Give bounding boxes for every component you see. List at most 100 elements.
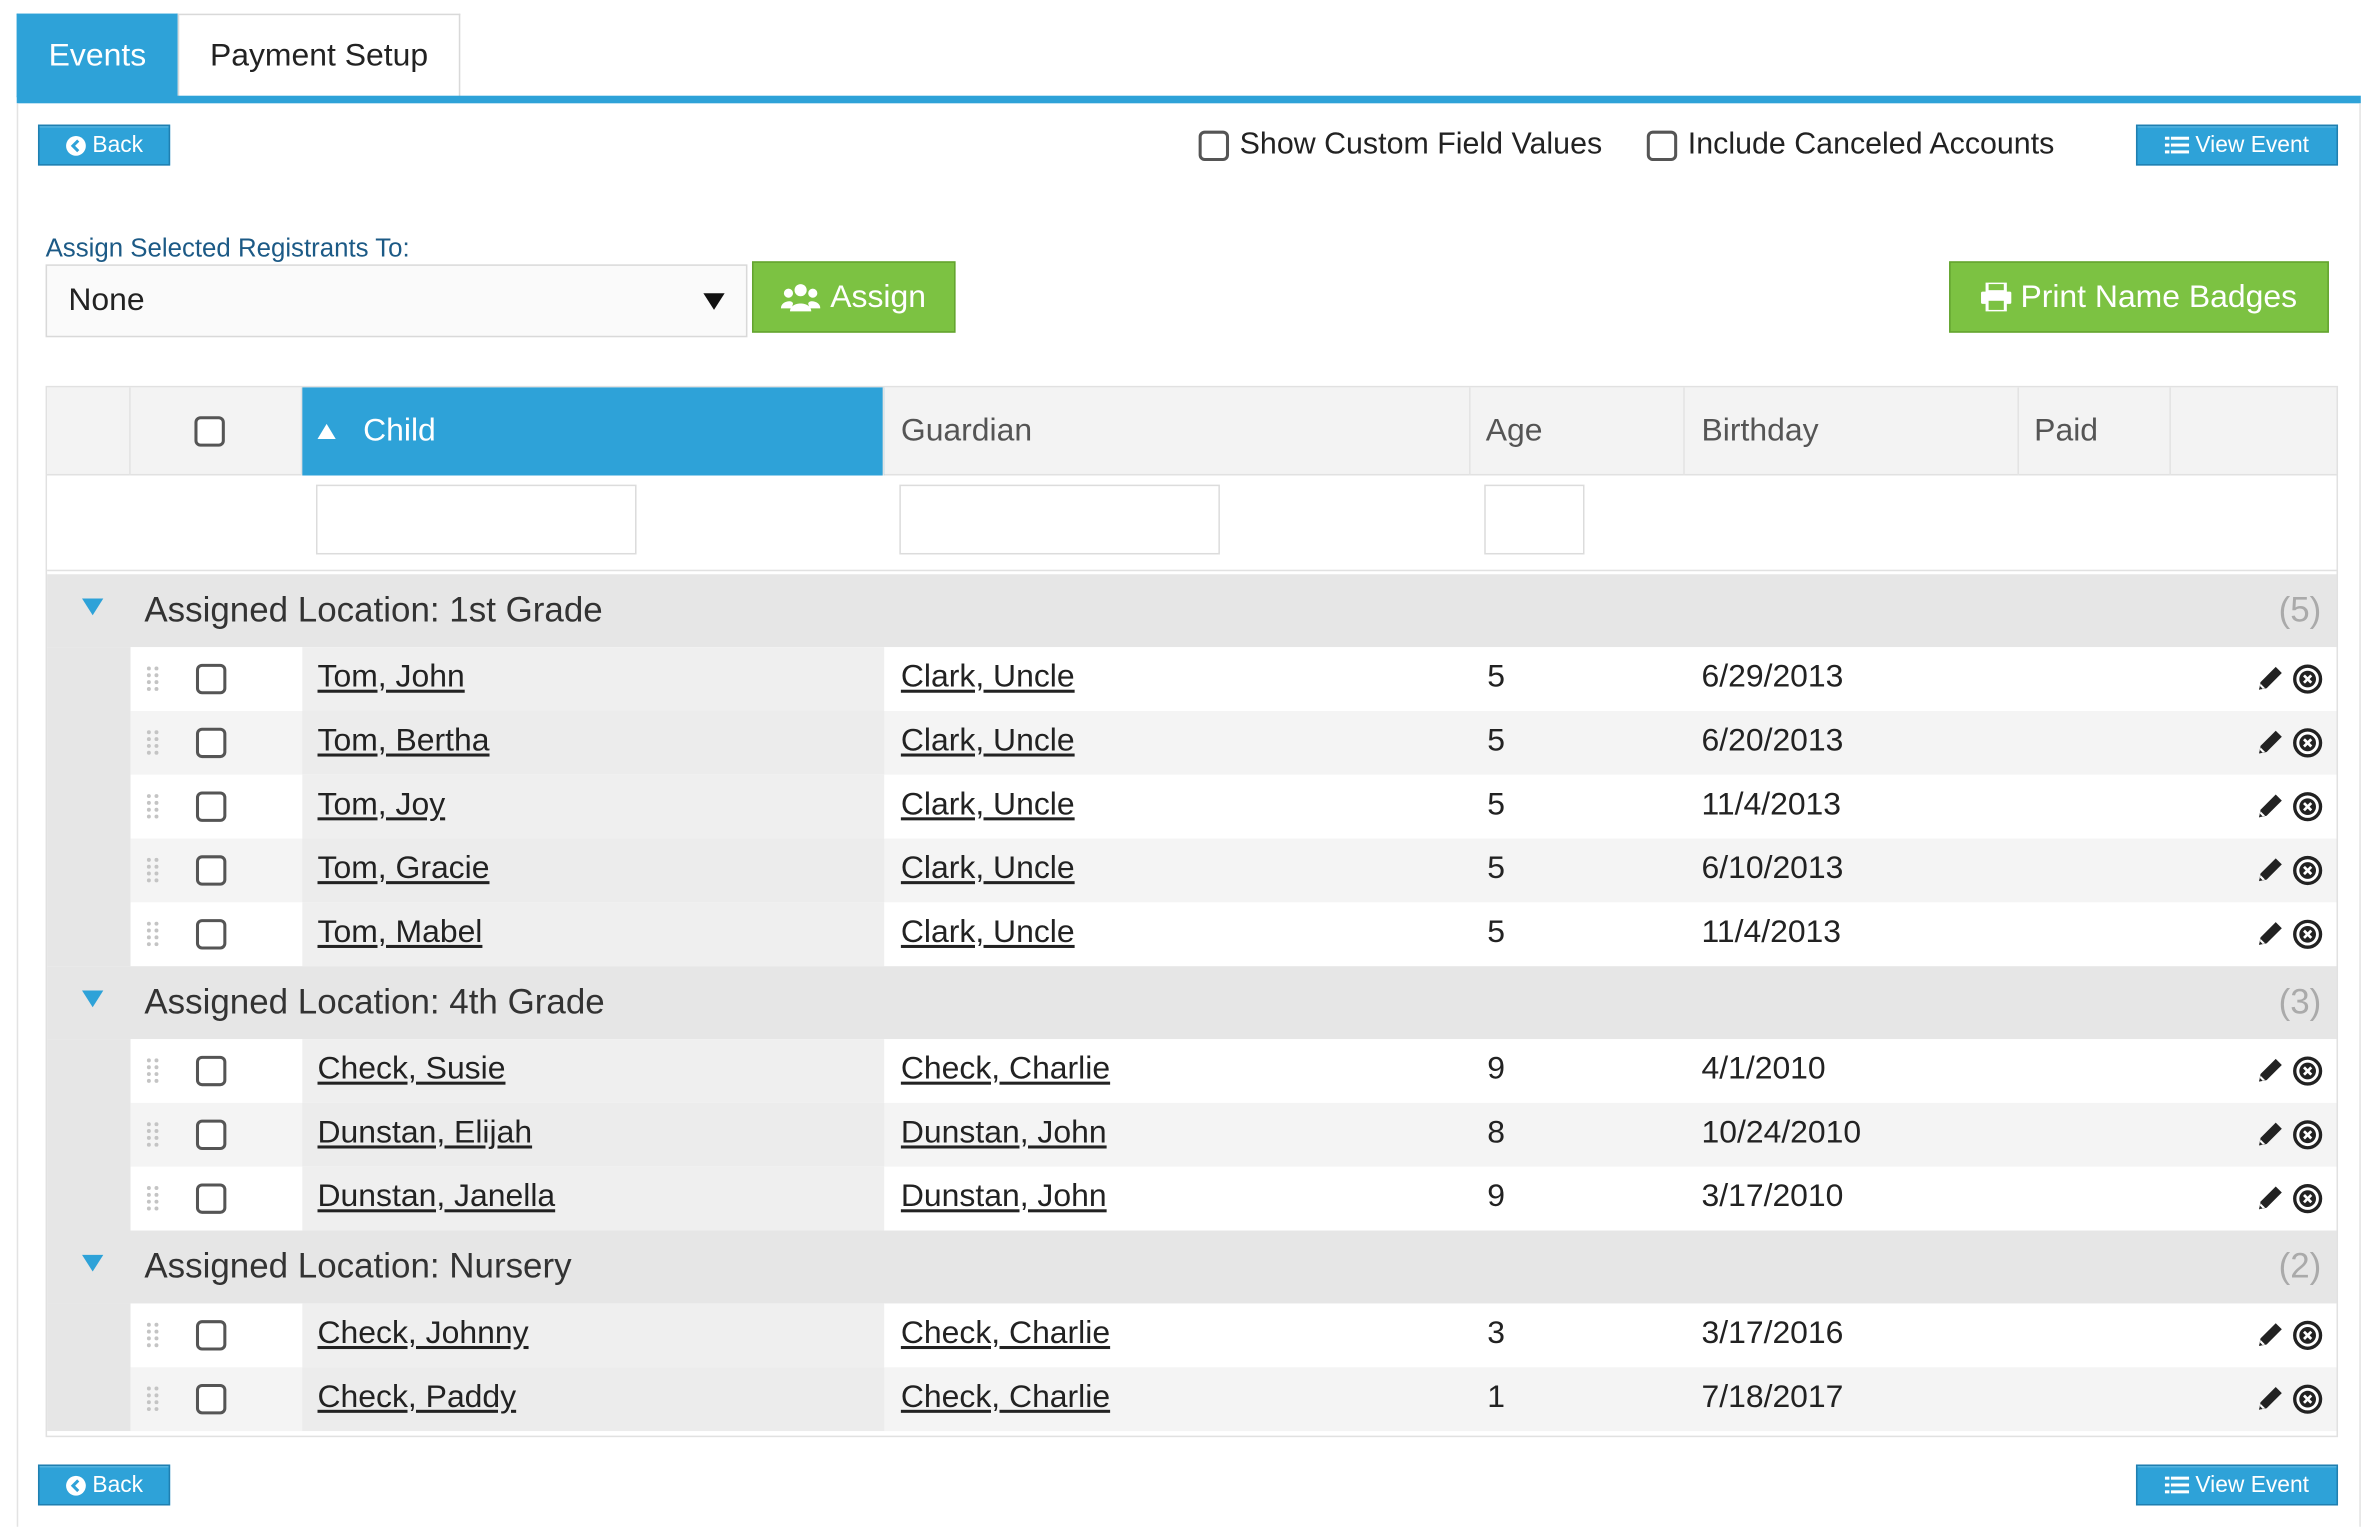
row-checkbox[interactable]	[195, 727, 227, 759]
guardian-name-link[interactable]: Clark, Uncle	[901, 851, 1075, 887]
print-name-badges-button[interactable]: Print Name Badges	[1949, 261, 2329, 333]
pencil-icon[interactable]	[2254, 1056, 2284, 1094]
back-button[interactable]: Back	[37, 124, 171, 166]
circle-x-icon[interactable]	[2292, 1120, 2323, 1158]
pencil-icon[interactable]	[2254, 1183, 2284, 1221]
pencil-icon[interactable]	[2254, 791, 2284, 829]
circle-x-icon[interactable]	[2292, 1056, 2323, 1094]
circle-x-icon[interactable]	[2292, 855, 2323, 893]
guardian-name-link[interactable]: Clark, Uncle	[901, 659, 1075, 695]
column-header-paid[interactable]: Paid	[2019, 387, 2171, 476]
pencil-icon[interactable]	[2254, 1120, 2284, 1158]
guardian-name-link[interactable]: Dunstan, John	[901, 1179, 1107, 1215]
column-header-age[interactable]: Age	[1471, 387, 1685, 476]
column-label: Guardian	[900, 413, 1033, 449]
drag-handle-icon[interactable]	[146, 921, 161, 948]
guardian-name-link[interactable]: Clark, Uncle	[901, 723, 1075, 759]
age-value: 5	[1487, 723, 1506, 759]
group-count: (3)	[2278, 981, 2322, 1021]
child-name-link[interactable]: Tom, Joy	[318, 787, 446, 823]
child-name-link[interactable]: Check, Paddy	[318, 1379, 517, 1415]
collapse-triangle-icon[interactable]	[82, 598, 104, 616]
tab-payment-setup[interactable]: Payment Setup	[178, 13, 461, 98]
row-checkbox[interactable]	[195, 1055, 227, 1087]
circle-x-icon[interactable]	[2292, 791, 2323, 829]
group-header[interactable]: Assigned Location: 4th Grade (3)	[47, 966, 2337, 1040]
drag-handle-icon[interactable]	[146, 729, 161, 756]
birthday-value: 3/17/2010	[1701, 1178, 1844, 1214]
group-header[interactable]: Assigned Location: Nursery (2)	[47, 1230, 2337, 1304]
circle-x-icon[interactable]	[2292, 1384, 2323, 1422]
row-checkbox[interactable]	[195, 919, 227, 950]
child-name-link[interactable]: Dunstan, Elijah	[318, 1115, 533, 1151]
tab-bar: Events Payment Setup	[16, 13, 461, 98]
show-custom-fields-option[interactable]: Show Custom Field Values	[1198, 128, 1602, 163]
view-event-button[interactable]: View Event	[2135, 124, 2339, 166]
select-all-checkbox[interactable]	[194, 416, 225, 447]
drag-handle-icon[interactable]	[146, 1121, 161, 1148]
assign-label: Assign Selected Registrants To:	[45, 233, 410, 263]
guardian-name-link[interactable]: Clark, Uncle	[901, 787, 1075, 823]
show-custom-fields-checkbox[interactable]	[1198, 129, 1230, 161]
age-filter-input[interactable]	[1484, 484, 1585, 555]
guardian-name-link[interactable]: Check, Charlie	[901, 1316, 1110, 1352]
guardian-name-link[interactable]: Clark, Uncle	[901, 915, 1075, 951]
tab-events[interactable]: Events	[16, 13, 179, 98]
view-event-button-bottom[interactable]: View Event	[2135, 1464, 2339, 1506]
guardian-name-link[interactable]: Check, Charlie	[901, 1051, 1110, 1087]
guardian-filter-input[interactable]	[899, 484, 1220, 555]
group-header[interactable]: Assigned Location: 1st Grade (5)	[47, 574, 2337, 648]
child-name-link[interactable]: Tom, Bertha	[318, 723, 490, 759]
table-row: Check, Susie Check, Charlie 9 4/1/2010	[130, 1039, 2337, 1103]
table-row: Check, Paddy Check, Charlie 1 7/18/2017	[130, 1367, 2337, 1432]
child-name-link[interactable]: Tom, Mabel	[318, 915, 483, 951]
table-row: Check, Johnny Check, Charlie 3 3/17/2016	[130, 1303, 2337, 1368]
assign-button[interactable]: Assign	[751, 261, 956, 333]
circle-x-icon[interactable]	[2292, 664, 2323, 702]
table-row: Dunstan, Janella Dunstan, John 9 3/17/2010	[130, 1166, 2337, 1231]
row-checkbox[interactable]	[195, 663, 227, 695]
include-canceled-checkbox[interactable]	[1646, 129, 1678, 161]
drag-handle-icon[interactable]	[146, 857, 161, 884]
guardian-name-link[interactable]: Check, Charlie	[901, 1379, 1110, 1415]
circle-x-icon[interactable]	[2292, 728, 2323, 766]
pencil-icon[interactable]	[2254, 728, 2284, 766]
pencil-icon[interactable]	[2254, 919, 2284, 957]
drag-handle-icon[interactable]	[146, 793, 161, 820]
child-name-link[interactable]: Tom, Gracie	[318, 851, 490, 887]
pencil-icon[interactable]	[2254, 664, 2284, 702]
child-name-link[interactable]: Dunstan, Janella	[318, 1179, 556, 1215]
collapse-triangle-icon[interactable]	[82, 990, 104, 1008]
guardian-name-link[interactable]: Dunstan, John	[901, 1115, 1107, 1151]
drag-handle-icon[interactable]	[146, 1185, 161, 1212]
drag-handle-icon[interactable]	[146, 1385, 161, 1412]
drag-handle-icon[interactable]	[146, 1057, 161, 1084]
row-checkbox[interactable]	[195, 1320, 227, 1351]
drag-handle-icon[interactable]	[146, 1322, 161, 1349]
pencil-icon[interactable]	[2254, 1384, 2284, 1422]
column-header-guardian[interactable]: Guardian	[884, 387, 1471, 476]
child-name-link[interactable]: Check, Susie	[318, 1051, 506, 1087]
row-checkbox[interactable]	[195, 1183, 227, 1214]
column-header-birthday[interactable]: Birthday	[1685, 387, 2019, 476]
circle-x-icon[interactable]	[2292, 1183, 2323, 1221]
age-value: 5	[1487, 659, 1506, 695]
child-filter-input[interactable]	[315, 484, 637, 555]
birthday-value: 3/17/2016	[1701, 1315, 1844, 1351]
child-name-link[interactable]: Check, Johnny	[318, 1316, 529, 1352]
back-button-bottom[interactable]: Back	[37, 1464, 171, 1506]
pencil-icon[interactable]	[2254, 1320, 2284, 1358]
include-canceled-option[interactable]: Include Canceled Accounts	[1646, 128, 2054, 163]
circle-x-icon[interactable]	[2292, 1320, 2323, 1358]
child-name-link[interactable]: Tom, John	[318, 659, 465, 695]
collapse-triangle-icon[interactable]	[82, 1254, 104, 1272]
row-checkbox[interactable]	[195, 791, 227, 822]
circle-x-icon[interactable]	[2292, 919, 2323, 957]
assign-location-select[interactable]: None	[45, 264, 748, 338]
drag-handle-icon[interactable]	[146, 665, 161, 692]
column-header-child[interactable]: Child	[302, 387, 885, 476]
row-checkbox[interactable]	[195, 855, 227, 886]
pencil-icon[interactable]	[2254, 855, 2284, 893]
row-checkbox[interactable]	[195, 1383, 227, 1415]
row-checkbox[interactable]	[195, 1119, 227, 1151]
